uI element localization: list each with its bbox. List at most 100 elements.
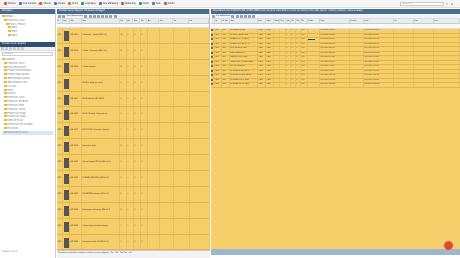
table-row[interactable]: 3880 MR 39880 Embrayage caïde pompe (NM 3 … <box>57 202 210 219</box>
export-icon[interactable] <box>239 14 243 18</box>
export-icon[interactable] <box>92 14 96 18</box>
row-checkbox[interactable] <box>211 33 214 36</box>
refresh-icon[interactable] <box>243 14 247 18</box>
row-checkbox[interactable] <box>211 47 214 49</box>
menu-item[interactable]: Achats <box>53 2 65 5</box>
link-icon[interactable] <box>252 14 256 18</box>
menu-item[interactable]: Admin <box>163 2 174 5</box>
global-search-input[interactable]: Rechercher <box>400 2 444 6</box>
row-checkbox[interactable] <box>211 51 214 54</box>
right-horizontal-scrollbar[interactable] <box>211 249 460 255</box>
column-header[interactable]: Stk <box>140 19 148 23</box>
grid-icon[interactable] <box>212 14 215 18</box>
table-cell: 10.0 <box>301 60 308 64</box>
menu-item[interactable]: Marketing <box>121 2 136 5</box>
settings-icon[interactable] <box>248 14 252 18</box>
collapse-icon[interactable] <box>21 46 24 50</box>
menu-item[interactable]: Outils <box>138 2 149 5</box>
table-cell: MR 39890 <box>70 139 82 155</box>
column-header[interactable]: Taille <box>266 19 274 23</box>
menu-item[interactable]: Stock <box>68 2 78 5</box>
row-checkbox[interactable] <box>211 29 214 31</box>
column-header[interactable]: Poids <box>308 19 320 23</box>
refresh-icon[interactable] <box>13 46 16 50</box>
filter-icon[interactable] <box>231 14 235 18</box>
column-header[interactable]: Qté <box>127 19 134 23</box>
view-selector[interactable]: Tous (Nouveautés) <box>66 15 83 17</box>
column-header[interactable]: Pos <box>434 19 460 23</box>
column-header[interactable]: Id <box>215 19 222 23</box>
column-header[interactable]: Dernier <box>350 19 364 23</box>
table-row[interactable]: 3891 MR 39871 ECR/FAR/ (MR 39874) (NM 3 et… <box>57 171 210 187</box>
table-row[interactable]: 3901 MR 39877 BOLE toilet bleu (MR 39877) 4… <box>57 91 210 108</box>
delete-icon[interactable] <box>9 46 12 50</box>
column-header[interactable]: Etat <box>133 19 141 23</box>
table-row[interactable]: 3893 MR 39890 Ecran tasse (ferti) 8 0 0 0 <box>57 139 210 156</box>
column-header[interactable]: Act <box>147 19 160 23</box>
table-row[interactable]: 3864 3864 La Vanade NVOTD Trans. Trans. Tran… <box>211 83 460 88</box>
help-icon[interactable]: ? <box>446 2 450 6</box>
user-icon[interactable]: ● <box>451 2 455 6</box>
edit-icon[interactable] <box>5 46 8 50</box>
refresh-icon[interactable] <box>101 14 105 18</box>
column-header[interactable]: N° prd <box>222 19 230 23</box>
column-header[interactable]: Dep <box>414 19 434 23</box>
grid-icon[interactable] <box>58 14 61 18</box>
table-row[interactable]: 3869 MR 39869 Transmet (gros bouton) (manq… <box>57 218 210 235</box>
category-node[interactable]: Nouveautés (en cours) <box>2 130 53 135</box>
menu-item[interactable]: Clients <box>39 2 51 5</box>
table-row[interactable]: 3905 MR 39924 T-Table + ff turquoise (NM 3… <box>57 43 210 60</box>
table-cell: 3894 <box>215 51 222 55</box>
column-header[interactable]: Créé <box>364 19 394 23</box>
row-checkbox[interactable] <box>211 60 214 63</box>
row-checkbox[interactable] <box>211 78 214 81</box>
table-row[interactable]: 3864 MR 39864 Extrait pour fondre 'RB' (NM… <box>57 234 210 250</box>
columns-icon[interactable] <box>235 14 239 18</box>
settings-icon[interactable] <box>105 14 109 18</box>
table-row[interactable]: 3892 MR 39897 Gel sur lettrage (DÉP 6e) (N… <box>57 155 210 172</box>
column-header[interactable]: Vis <box>173 19 190 23</box>
table-row[interactable]: 4341 MR 39879 T-Seminole + lunette (NM 3 &… <box>57 28 210 44</box>
row-checkbox[interactable] <box>211 74 214 76</box>
column-header[interactable]: Cat <box>159 19 174 23</box>
row-checkbox[interactable] <box>211 83 214 85</box>
table-row[interactable]: 3885 MR 39879 LECHÉRIER anthracite (NM 3 &… <box>57 186 210 203</box>
chat-button[interactable] <box>444 241 453 250</box>
column-header[interactable]: Date <box>320 19 350 23</box>
row-checkbox[interactable] <box>211 56 214 58</box>
column-header[interactable]: Nb <box>301 19 308 23</box>
right-view-selector[interactable]: Par tailles/stock <box>216 15 230 17</box>
column-header[interactable]: Réf <box>70 19 82 23</box>
table-row[interactable]: 3898 MR 39879 BOLE T-Schubel - Bouton de f… <box>57 107 210 124</box>
expand-icon[interactable] <box>17 46 20 50</box>
table-row[interactable]: 3895 MR 39877 BOCOTIOUS / fil vanicelt / (… <box>57 123 210 140</box>
category-search-input[interactable]: Rechercher <box>2 51 53 56</box>
column-header[interactable]: Etat <box>258 19 266 23</box>
row-checkbox[interactable] <box>211 65 214 67</box>
row-checkbox[interactable] <box>211 42 214 45</box>
filter-icon[interactable] <box>84 14 88 18</box>
add-icon[interactable] <box>62 14 66 18</box>
menu-item[interactable]: Articles <box>4 2 16 5</box>
column-header[interactable]: Div <box>189 19 209 23</box>
row-checkbox[interactable] <box>211 69 214 72</box>
menu-item[interactable]: Commandes <box>18 2 36 5</box>
menu-item[interactable]: Site Marketing <box>98 2 118 5</box>
tree-node-label: Produits (en cours) <box>7 19 25 22</box>
column-header[interactable]: Prix <box>120 19 127 23</box>
column-header[interactable]: Nom <box>230 19 258 23</box>
column-header[interactable]: Nom <box>82 19 120 23</box>
column-header[interactable]: Vu <box>394 19 414 23</box>
add-icon[interactable] <box>1 46 4 50</box>
column-header[interactable]: Img <box>63 19 70 23</box>
row-checkbox[interactable] <box>211 38 214 40</box>
columns-icon[interactable] <box>88 14 92 18</box>
menu-item[interactable]: Aide <box>151 2 161 5</box>
table-row[interactable]: 3903 MR 39826 T-Table turquoise 11 0 0 0 <box>57 59 210 76</box>
print-icon[interactable] <box>96 14 100 18</box>
delete-icon[interactable] <box>109 14 113 18</box>
copy-icon[interactable] <box>113 14 117 18</box>
menu-item[interactable]: Logistique <box>81 2 96 5</box>
table-row[interactable]: 3902 BOLÉ en refuge (en cours) 4 0 0 0 <box>57 75 210 92</box>
tree-node[interactable]: Stop 3 <box>2 34 53 38</box>
